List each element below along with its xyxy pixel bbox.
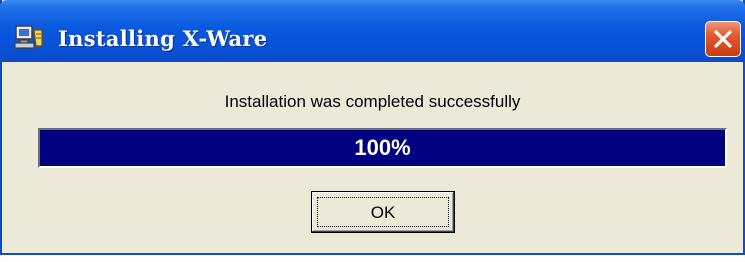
- status-message: Installation was completed successfully: [224, 92, 521, 111]
- installer-dialog: Installing X-Ware Installation was compl…: [0, 0, 745, 255]
- installer-computer-icon: [14, 24, 44, 50]
- title-bar[interactable]: Installing X-Ware: [0, 0, 745, 62]
- progress-percent: 100%: [354, 135, 411, 160]
- progress-bar: 100%: [38, 128, 727, 168]
- close-button[interactable]: [705, 21, 741, 57]
- ok-button-label: OK: [317, 197, 449, 227]
- ok-button[interactable]: OK: [311, 191, 455, 233]
- window-title: Installing X-Ware: [58, 26, 268, 51]
